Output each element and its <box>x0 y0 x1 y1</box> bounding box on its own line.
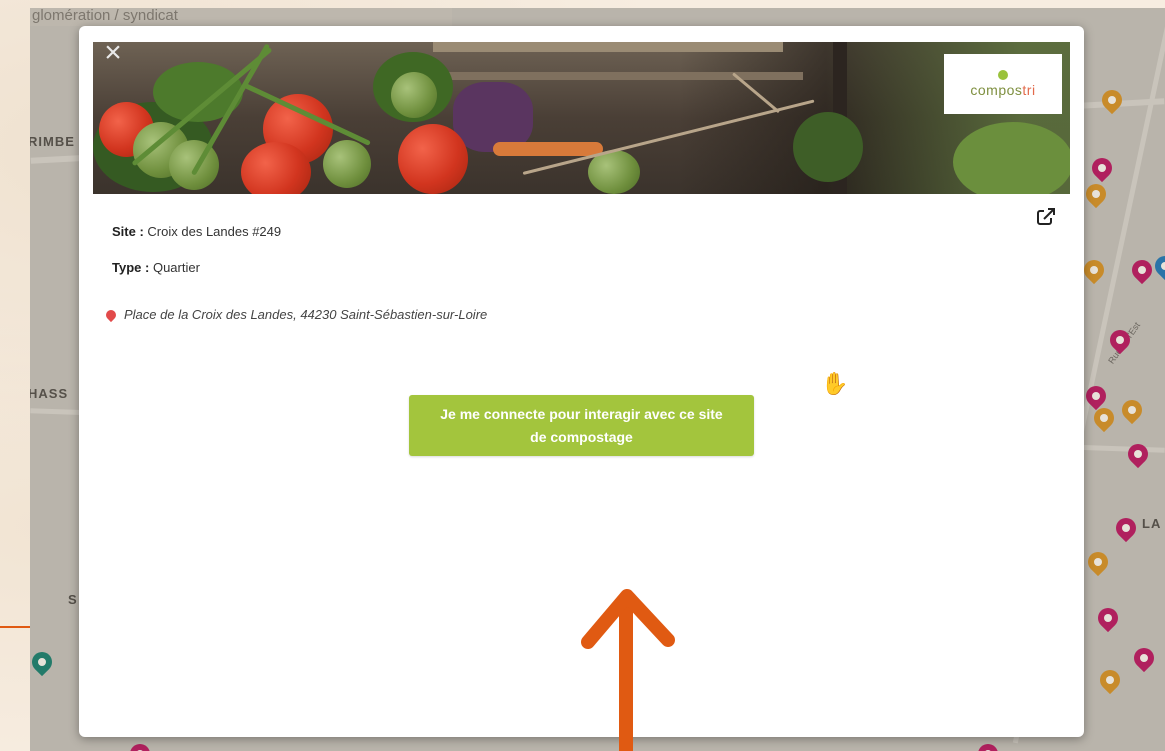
map-pin[interactable] <box>1087 153 1117 183</box>
map-pin[interactable] <box>30 647 57 677</box>
map-pin[interactable] <box>1111 513 1141 543</box>
map-pin[interactable] <box>1083 547 1113 577</box>
annotation-underline <box>0 626 30 628</box>
map-pin[interactable] <box>1129 643 1159 673</box>
map-label-rimbe: RIMBE <box>30 134 75 149</box>
compostri-logo: compostri <box>944 54 1062 114</box>
address-text: Place de la Croix des Landes, 44230 Sain… <box>124 307 488 322</box>
map-label-hass: HASS <box>30 386 69 401</box>
compost-hero-image: compostri <box>93 42 1070 194</box>
close-icon[interactable]: × <box>97 38 129 70</box>
site-address: Place de la Croix des Landes, 44230 Sain… <box>103 307 488 322</box>
map-pin[interactable] <box>973 739 1003 751</box>
type-label: Type : <box>112 260 150 275</box>
type-value: Quartier <box>152 260 200 275</box>
site-type-row: Type : Quartier <box>112 260 200 275</box>
location-pin-icon <box>103 307 119 322</box>
site-name-row: Site : Croix des Landes #249 <box>112 224 281 239</box>
map-pin[interactable] <box>1081 179 1111 209</box>
map-pin[interactable] <box>1150 251 1165 281</box>
map-pin[interactable] <box>1097 85 1127 115</box>
connect-to-interact-button[interactable]: Je me connecte pour interagir avec ce si… <box>409 395 754 456</box>
map-pin[interactable] <box>1079 255 1109 285</box>
map-label-s: S <box>68 592 78 607</box>
external-link-icon[interactable] <box>1035 206 1057 228</box>
map-pin[interactable] <box>125 739 155 751</box>
map-breadcrumb: glomération / syndicat <box>30 8 452 26</box>
map-pin[interactable] <box>1127 255 1157 285</box>
map-pin[interactable] <box>1123 439 1153 469</box>
site-label: Site : <box>112 224 144 239</box>
map-pin[interactable] <box>1117 395 1147 425</box>
brand-leaf-icon <box>998 70 1008 80</box>
site-value: Croix des Landes #249 <box>147 224 282 239</box>
grab-hand-icon: ✋ <box>821 371 849 396</box>
map-pin[interactable] <box>1095 665 1125 695</box>
site-detail-modal: compostri × Site : Croix des Landes #249… <box>79 26 1084 737</box>
map-pin[interactable] <box>1093 603 1123 633</box>
map-label-la: LA <box>1142 516 1162 531</box>
